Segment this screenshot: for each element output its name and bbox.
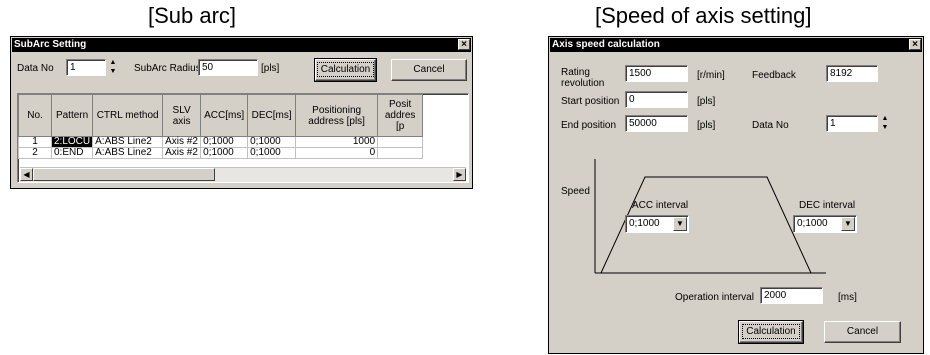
cell-acc[interactable]: 0;1000	[200, 147, 249, 159]
axis-speed-window: Axis speed calculation × Rating revoluti…	[548, 36, 924, 354]
positioning-table: No. Pattern CTRL method SLV axis ACC[ms]…	[18, 94, 424, 159]
subarc-title: SubArc Setting	[14, 39, 87, 50]
col-position-address-2: Posit addres [p	[377, 94, 424, 137]
dec-interval-label: DEC interval	[799, 200, 856, 211]
caption-sub-arc: [Sub arc]	[148, 3, 237, 28]
scroll-thumb[interactable]	[33, 168, 215, 181]
operation-unit-label: [ms]	[838, 292, 857, 303]
calculation-button-label: Calculation	[316, 62, 375, 77]
col-slv-axis: SLV axis	[162, 94, 202, 137]
table-row[interactable]: 1 2:LOCU A:ABS Line2 Axis #2 0;1000 0;10…	[18, 136, 424, 148]
speed-profile-diagram	[594, 159, 826, 274]
cell-ctrl-method[interactable]: A:ABS Line2	[92, 136, 164, 148]
col-acc: ACC[ms]	[200, 94, 249, 137]
subarc-titlebar: SubArc Setting ×	[12, 38, 471, 52]
cell-pattern[interactable]: 2:LOCU	[50, 136, 94, 148]
cell-dec[interactable]: 0;1000	[247, 136, 297, 148]
calculation-button[interactable]: Calculation	[314, 58, 377, 82]
spin-down-icon[interactable]: ▼	[107, 68, 119, 77]
cell-position-address-2[interactable]	[377, 136, 424, 148]
spin-up-icon[interactable]: ▲	[107, 59, 119, 68]
dec-interval-select[interactable]: 0;1000 ▼	[793, 215, 857, 233]
subarc-radius-label: SubArc Radius	[134, 63, 201, 74]
calculation-button-label: Calculation	[742, 324, 800, 339]
data-no-spinner[interactable]: ▲ ▼	[107, 59, 119, 76]
subarc-setting-window: SubArc Setting × Data No 1 ▲ ▼ SubArc Ra…	[10, 36, 473, 189]
cell-acc[interactable]: 0;1000	[200, 136, 249, 148]
scroll-right-icon[interactable]: ▶	[453, 168, 466, 181]
acc-interval-select[interactable]: 0;1000 ▼	[625, 215, 689, 233]
cancel-button[interactable]: Cancel	[824, 321, 901, 343]
subarc-radius-input[interactable]: 50	[198, 59, 258, 76]
horizontal-scrollbar[interactable]: ◀ ▶	[20, 167, 466, 182]
acc-interval-label: ACC interval	[632, 200, 689, 211]
radius-unit-label: [pls]	[261, 63, 280, 74]
table-row[interactable]: 2 0:END A:ABS Line2 Axis #2 0;1000 0;100…	[18, 147, 424, 159]
scroll-left-icon[interactable]: ◀	[20, 168, 33, 181]
cell-slv-axis[interactable]: Axis #2	[162, 136, 202, 148]
col-no: No.	[18, 94, 52, 137]
acc-interval-value: 0;1000	[629, 218, 660, 229]
chevron-down-icon[interactable]: ▼	[841, 217, 855, 231]
col-dec: DEC[ms]	[247, 94, 297, 137]
close-icon[interactable]: ×	[458, 39, 470, 50]
data-no-input[interactable]: 1	[66, 59, 106, 76]
data-no-label: Data No	[17, 63, 54, 74]
table-header-row: No. Pattern CTRL method SLV axis ACC[ms]…	[18, 94, 424, 137]
cell-position-address-2[interactable]	[377, 147, 424, 159]
cell-dec[interactable]: 0;1000	[247, 147, 297, 159]
cell-positioning-address[interactable]: 0	[295, 147, 379, 159]
col-positioning-address: Positioning address [pls]	[295, 94, 379, 137]
caption-speed-of-axis: [Speed of axis setting]	[595, 3, 812, 28]
dec-interval-value: 0;1000	[797, 218, 828, 229]
operation-interval-input[interactable]: 2000	[760, 287, 823, 304]
col-ctrl-method: CTRL method	[92, 94, 164, 137]
cell-no: 1	[18, 136, 52, 148]
col-pattern: Pattern	[50, 94, 94, 137]
positioning-data-grid[interactable]: No. Pattern CTRL method SLV axis ACC[ms]…	[17, 93, 469, 183]
cell-slv-axis[interactable]: Axis #2	[162, 147, 202, 159]
cell-ctrl-method[interactable]: A:ABS Line2	[92, 147, 164, 159]
cancel-button[interactable]: Cancel	[391, 59, 467, 81]
chevron-down-icon[interactable]: ▼	[673, 217, 687, 231]
calculation-button[interactable]: Calculation	[738, 320, 804, 344]
cell-positioning-address[interactable]: 1000	[295, 136, 379, 148]
cell-no: 2	[18, 147, 52, 159]
cell-pattern[interactable]: 0:END	[50, 147, 94, 159]
operation-interval-label: Operation interval	[675, 292, 754, 303]
